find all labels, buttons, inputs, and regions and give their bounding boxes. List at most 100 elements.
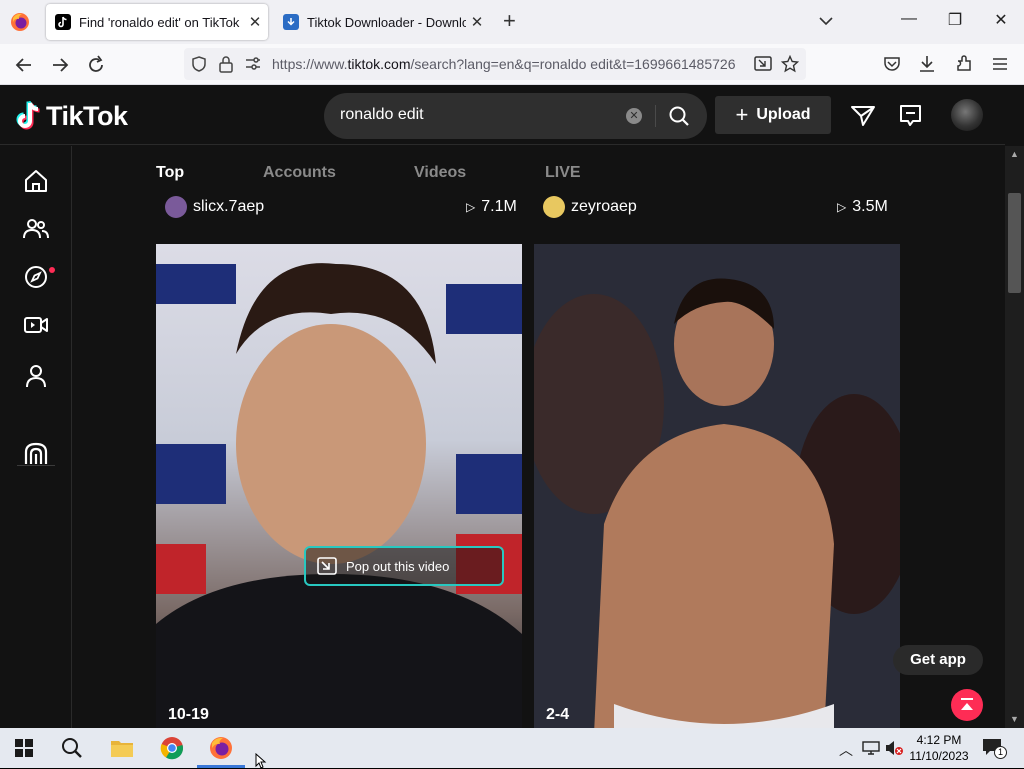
bookmark-star-icon[interactable] — [781, 55, 799, 73]
firefox-button[interactable] — [197, 728, 245, 768]
notification-center-button[interactable]: 1 — [982, 738, 1007, 759]
video-card[interactable]: 10-19 — [156, 244, 522, 728]
arrow-up-icon — [961, 698, 973, 710]
volume-muted-icon[interactable] — [884, 740, 904, 756]
notification-badge: 1 — [994, 746, 1007, 759]
inbox-icon[interactable] — [898, 104, 924, 128]
new-tab-button[interactable]: + — [503, 10, 516, 32]
search-input[interactable] — [340, 106, 610, 124]
tab-close-icon[interactable]: ✕ — [244, 13, 266, 31]
following-icon[interactable] — [22, 215, 50, 243]
permissions-icon[interactable] — [244, 56, 262, 72]
search-icon — [62, 738, 82, 758]
pocket-icon[interactable] — [883, 56, 901, 72]
browser-toolbar: https://www.tiktok.com/search?lang=en&q=… — [0, 44, 1024, 85]
clear-search-icon[interactable]: ✕ — [626, 108, 642, 124]
notification-dot — [49, 267, 55, 273]
plus-icon: + — [735, 102, 749, 127]
back-arrow-icon[interactable] — [13, 54, 35, 76]
firefox-icon — [210, 737, 232, 759]
video-count: 2-4 — [546, 706, 570, 723]
forward-arrow-icon[interactable] — [49, 54, 71, 76]
views-value: 3.5M — [852, 198, 888, 215]
tiktok-note-icon — [16, 101, 40, 130]
view-count: ▷ 3.5M — [837, 198, 888, 216]
extensions-icon[interactable] — [955, 55, 973, 73]
minimize-button[interactable]: — — [886, 10, 932, 28]
download-favicon — [283, 14, 299, 30]
user-avatar-small — [165, 196, 187, 218]
pop-out-video-button[interactable]: Pop out this video — [304, 546, 504, 586]
video-card[interactable]: 2-4 — [534, 244, 900, 728]
username: zeyroaep — [571, 198, 637, 215]
result-user[interactable]: zeyroaep — [543, 195, 637, 219]
lock-icon[interactable] — [218, 55, 234, 73]
tiktok-logo[interactable]: TikTok — [16, 100, 128, 132]
clock-time: 4:12 PM — [916, 733, 962, 747]
file-explorer-button[interactable] — [98, 728, 146, 768]
search-bar: ✕ — [324, 93, 707, 139]
tab-top[interactable]: Top — [156, 164, 184, 182]
profile-icon[interactable] — [22, 362, 50, 390]
search-divider — [655, 105, 656, 127]
tab-title: Tiktok Downloader - Download — [307, 14, 466, 30]
username: slicx.7aep — [193, 198, 265, 215]
mouse-cursor-icon — [255, 753, 267, 769]
tab-live[interactable]: LIVE — [545, 164, 581, 182]
windows-logo-icon — [15, 739, 33, 757]
start-button[interactable] — [0, 728, 48, 768]
video-thumbnail — [534, 244, 900, 728]
restore-button[interactable]: ❐ — [932, 10, 978, 30]
picture-in-picture-icon[interactable] — [754, 56, 772, 72]
taskbar-search-button[interactable] — [48, 728, 96, 768]
clock-date: 11/10/2023 — [909, 749, 969, 763]
video-thumbnail — [156, 263, 522, 728]
pop-out-icon — [317, 557, 337, 575]
tiktok-page: TikTok ✕ + Upload Top Accounts Videos LI… — [0, 85, 1024, 728]
tab-list-chevron-icon[interactable] — [817, 12, 835, 30]
tracking-shield-icon[interactable] — [190, 55, 208, 73]
tab-videos[interactable]: Videos — [414, 164, 466, 182]
url-text: https://www.tiktok.com/search?lang=en&q=… — [272, 56, 736, 72]
pop-out-label: Pop out this video — [346, 558, 450, 574]
play-icon: ▷ — [837, 200, 847, 214]
view-count: ▷ 7.1M — [466, 198, 517, 216]
video-count: 10-19 — [168, 706, 209, 723]
address-bar[interactable]: https://www.tiktok.com/search?lang=en&q=… — [184, 48, 806, 80]
views-value: 7.1M — [481, 198, 517, 215]
result-user[interactable]: slicx.7aep — [165, 195, 264, 219]
user-avatar[interactable] — [951, 99, 983, 131]
tab-close-icon[interactable]: ✕ — [466, 13, 488, 31]
upload-button[interactable]: + Upload — [715, 96, 831, 134]
scroll-up-arrow[interactable]: ▲ — [1008, 149, 1021, 159]
user-avatar-small — [543, 196, 565, 218]
close-window-button[interactable]: ✕ — [978, 10, 1024, 30]
chrome-button[interactable] — [148, 728, 196, 768]
tab-title: Find 'ronaldo edit' on TikTok | Ti — [79, 14, 244, 30]
creator-tools-icon[interactable] — [22, 440, 50, 468]
tiktok-favicon — [55, 14, 71, 30]
show-hidden-icons-chevron-icon[interactable]: ︿ — [839, 740, 853, 760]
explore-compass-icon[interactable] — [22, 263, 50, 291]
tiktok-header: TikTok ✕ + Upload — [0, 85, 1005, 145]
firefox-menu-icon[interactable] — [10, 12, 30, 32]
network-icon[interactable] — [862, 741, 880, 755]
browser-tab-strip: Find 'ronaldo edit' on TikTok | Ti ✕ Tik… — [0, 0, 1024, 44]
tab-accounts[interactable]: Accounts — [263, 164, 336, 182]
downloads-icon[interactable] — [918, 54, 936, 74]
reload-icon[interactable] — [85, 54, 107, 76]
home-icon[interactable] — [22, 167, 50, 195]
app-menu-icon[interactable] — [991, 56, 1009, 72]
scrollbar-thumb[interactable] — [1008, 193, 1021, 293]
tab-tiktok-search[interactable]: Find 'ronaldo edit' on TikTok | Ti ✕ — [46, 4, 268, 40]
messages-send-icon[interactable] — [850, 104, 876, 128]
tab-tiktok-downloader[interactable]: Tiktok Downloader - Download ✕ — [274, 4, 490, 40]
folder-icon — [111, 741, 133, 757]
search-icon[interactable] — [667, 104, 691, 128]
get-app-button[interactable]: Get app — [893, 645, 983, 675]
scroll-down-arrow[interactable]: ▼ — [1008, 714, 1021, 724]
scroll-to-top-button[interactable] — [951, 689, 983, 721]
tiktok-wordmark: TikTok — [46, 100, 128, 131]
system-clock[interactable]: 4:12 PM 11/10/2023 — [906, 732, 972, 764]
live-icon[interactable] — [22, 311, 50, 339]
